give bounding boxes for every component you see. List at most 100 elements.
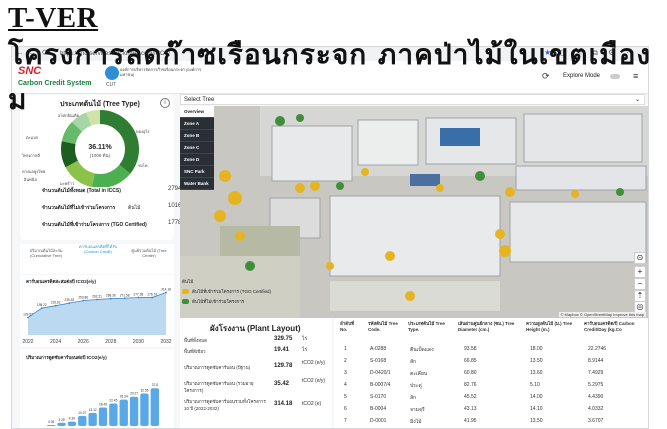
- data-label: 277.38: [134, 292, 144, 296]
- table-cell: 7.4929: [588, 370, 604, 376]
- plant-row-unit: tCO2 (e/y): [302, 360, 326, 366]
- tab-cumulative-tree[interactable]: ปริมาณต้นไม้สะสม (Cumulative Tree): [22, 248, 70, 258]
- non-project-trees-label: จำนวนต้นไม้ที่ไม่เข้าร่วมโครงการ: [42, 205, 116, 211]
- layer-zone-a[interactable]: Zone A: [180, 118, 214, 130]
- x-tick-label: 2030: [133, 339, 144, 345]
- data-label: 253.86: [78, 296, 88, 300]
- layer-zone-d[interactable]: Zone D: [180, 154, 214, 166]
- chart-title: ปริมาณการดูดซับคาร์บอนต่อปี tCO2(e/y): [26, 355, 107, 360]
- data-label: 276.74: [147, 293, 157, 297]
- map-attribution[interactable]: © Mapbox © OpenStreetMap Improve this ma…: [558, 312, 646, 317]
- slice-label: อโศกอินเดีย: [58, 113, 79, 118]
- table-cell: A-0288: [370, 346, 387, 352]
- table-cell: ตีนเป็ดแดง: [410, 347, 434, 353]
- data-label: 314.18: [161, 287, 171, 291]
- trees-unit: ต้นไม้: [128, 205, 141, 211]
- browser-window: ← → ⟳ https://snc-services.sncformer.com…: [11, 46, 649, 429]
- legend-title: ต้นไม้: [182, 279, 194, 284]
- plant-layout-card: ผังโรงงาน (Plant Layout) พื้นที่ทั้งหมด …: [180, 318, 332, 428]
- table-cell: 82.76: [464, 382, 477, 388]
- tree-type-card: ประเภทต้นไม้ (Tree Type) i 36.11% (1009 …: [20, 95, 181, 240]
- total-trees-label: จำนวนต้นไม้ทั้งหมด (Total in ICCS): [42, 188, 121, 194]
- bar-label: 0.05: [48, 420, 54, 424]
- legend-item: ต้นไม้ที่ไม่เข้าร่วมโครงการ: [182, 298, 342, 305]
- select-tree-dropdown[interactable]: Select Tree ⌄: [180, 94, 645, 105]
- bar-label: 13.12: [89, 408, 97, 412]
- system-name: Carbon Credit System: [18, 80, 92, 87]
- table-cell: 60.80: [464, 370, 477, 376]
- table-cell: จามจุรี: [410, 407, 425, 413]
- table-cell: D-0001: [370, 418, 387, 424]
- table-cell: 3: [344, 370, 347, 376]
- bar: [78, 415, 87, 426]
- cumulative-credit-chart: คาร์บอนเครดิตสะสมต่อปี tCO2(e/y) 129.57 1…: [20, 275, 174, 347]
- table-cell: 93.58: [464, 346, 477, 352]
- page-subtitle-continued: ม: [8, 83, 27, 116]
- table-cell: 13.50: [530, 358, 543, 364]
- table-cell: B-0004: [370, 406, 387, 412]
- tab-carbon-credit[interactable]: คาร์บอนเครดิตที่ได้รับ (Carbon Credit): [74, 244, 122, 254]
- slice-label: อินทนิล: [23, 177, 37, 182]
- column-header: ความสูงต้นไม้ (ม.) Tree Height (m.): [526, 321, 573, 332]
- data-label: 129.57: [23, 312, 33, 316]
- column-header: เส้นผ่านศูนย์กลาง (ซม.) Tree Diameter (c…: [458, 321, 515, 332]
- certified-dot-icon: [182, 289, 189, 294]
- plant-row-label: พื้นที่สีเขียว: [184, 349, 206, 354]
- table-cell: D-0420/1: [370, 370, 391, 376]
- tab-tree-center[interactable]: ศูนย์รวมต้นไม้ (Tree Center): [126, 248, 172, 258]
- column-header: รหัสต้นไม้ Tree Code.: [368, 321, 398, 332]
- layer-zone-b[interactable]: Zone B: [180, 130, 214, 142]
- bar: [140, 393, 149, 426]
- table-cell: 13.50: [530, 418, 543, 424]
- plant-row-label: ปริมาณการดูดซับคาร์บอน (ปีฐาน): [184, 365, 251, 370]
- layer-zone-c[interactable]: Zone C: [180, 142, 214, 154]
- bar: [150, 388, 159, 426]
- table-cell: 13.60: [530, 370, 543, 376]
- x-tick-label: 2028: [105, 339, 116, 345]
- map-view[interactable]: Overview Zone A Zone B Zone C Zone D SNC…: [180, 106, 648, 318]
- table-cell: ตะเคียน: [410, 371, 428, 377]
- table-cell: 22.2746: [588, 346, 607, 352]
- zoom-in-icon[interactable]: +: [634, 266, 646, 278]
- geolocate-icon[interactable]: ⊙: [634, 252, 646, 264]
- bar-label: 3.25: [58, 418, 64, 422]
- non-project-dot-icon: [182, 299, 189, 304]
- plant-row-unit: tCO2 (e): [302, 401, 322, 407]
- x-tick-label: 2032: [160, 339, 171, 345]
- legend-label: ต้นไม้ที่เข้าร่วมโครงการ (TGO Certified): [192, 289, 271, 294]
- bar: [98, 407, 108, 426]
- bar: [47, 425, 56, 426]
- data-label: 268.36: [106, 294, 116, 298]
- layer-snc-park[interactable]: SNC Park: [180, 166, 214, 178]
- annual-absorption-chart: ปริมาณการดูดซับคาร์บอนต่อปี tCO2(e/y) 0.…: [20, 349, 174, 428]
- bar: [119, 399, 128, 426]
- table-cell: 5: [344, 394, 347, 400]
- x-tick-label: 2024: [50, 339, 61, 345]
- table-cell: 43.13: [464, 406, 477, 412]
- table-cell: ประดู่: [410, 383, 422, 389]
- layer-water-bank[interactable]: Water Bank: [180, 178, 214, 190]
- table-cell: B-0007/4: [370, 382, 391, 388]
- legend-label: ต้นไม้ที่ไม่เข้าร่วมโครงการ: [192, 299, 245, 304]
- column-header: ลำดับที่ No.: [340, 321, 355, 332]
- bar: [88, 412, 97, 426]
- legend-item: ต้นไม้ที่เข้าร่วมโครงการ (TGO Certified): [182, 288, 342, 295]
- zoom-out-icon[interactable]: −: [634, 278, 646, 290]
- table-cell: 3.6707: [588, 418, 604, 424]
- slice-label: ไทรเกาหลี: [21, 153, 40, 158]
- compass-icon[interactable]: ⇡: [634, 290, 646, 302]
- table-cell: 5.10: [530, 382, 540, 388]
- table-cell: 5.2975: [588, 382, 604, 388]
- table-cell: 6: [344, 406, 347, 412]
- data-point: [165, 291, 167, 294]
- table-cell: 2: [344, 358, 347, 364]
- plant-row-value: 314.18: [274, 401, 293, 407]
- table-cell: 4.0332: [588, 406, 604, 412]
- map-legend: ต้นไม้ ต้นไม้ที่เข้าร่วมโครงการ (TGO Cer…: [182, 278, 342, 305]
- layer-overview[interactable]: Overview: [180, 106, 214, 118]
- bar-label: 10.07: [78, 411, 86, 415]
- data-point: [54, 304, 57, 307]
- plant-row-value: 129.78: [274, 363, 293, 369]
- bar-chart-svg: 0.05 3.25 4.3910.0713.1218.4622.4526.3429.…: [47, 383, 159, 426]
- table-cell: 66.85: [464, 358, 477, 364]
